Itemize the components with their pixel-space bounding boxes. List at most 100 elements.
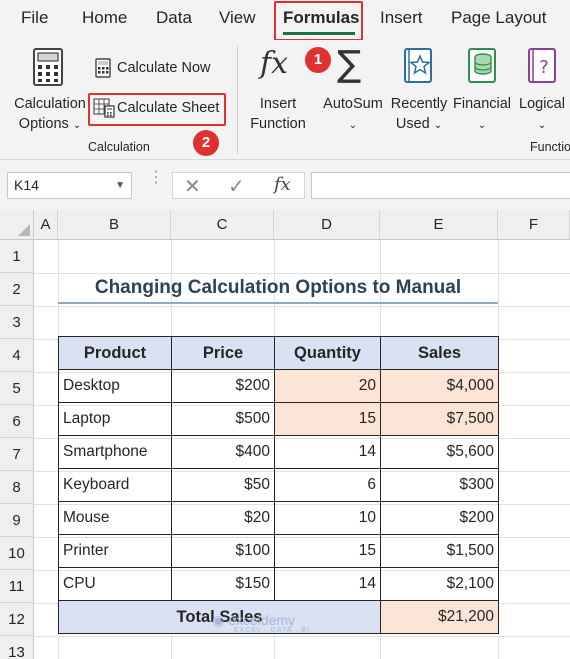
row-header-8[interactable]: 8	[0, 471, 34, 504]
cell-price[interactable]: $200	[171, 369, 275, 403]
exceldemy-watermark: ◉ exceldemy EXCEL · DATA · BI	[212, 612, 310, 634]
calculation-options-button[interactable]: Calculation Options ⌄	[8, 44, 88, 134]
insert-function-label-2: Function	[250, 116, 306, 132]
cell-product[interactable]: Keyboard	[58, 468, 172, 502]
cell-product[interactable]: Desktop	[58, 369, 172, 403]
tab-insert[interactable]: Insert	[380, 8, 423, 28]
column-header-e[interactable]: E	[380, 210, 498, 240]
calculator-small-icon	[95, 58, 111, 78]
row-header-4[interactable]: 4	[0, 339, 34, 372]
chevron-down-icon: ⌄	[537, 120, 547, 131]
cell-sales[interactable]: $5,600	[380, 435, 499, 469]
cell-product[interactable]: Printer	[58, 534, 172, 568]
column-header-a[interactable]: A	[34, 210, 58, 240]
row-header-6[interactable]: 6	[0, 405, 34, 438]
tab-view[interactable]: View	[219, 8, 256, 28]
cell-quantity[interactable]: 6	[274, 468, 381, 502]
header-product[interactable]: Product	[58, 336, 172, 370]
calculate-sheet-highlight	[88, 93, 226, 126]
row-header-7[interactable]: 7	[0, 438, 34, 471]
cell-price[interactable]: $150	[171, 567, 275, 601]
table-row: Smartphone $400 14 $5,600	[58, 435, 499, 469]
total-sales-value[interactable]: $21,200	[380, 600, 499, 634]
autosum-label: AutoSum	[323, 96, 383, 112]
row-header-2[interactable]: 2	[0, 273, 34, 306]
cell-product[interactable]: CPU	[58, 567, 172, 601]
header-quantity[interactable]: Quantity	[274, 336, 381, 370]
tab-page-layout[interactable]: Page Layout	[451, 8, 546, 28]
watermark-logo-icon: ◉	[212, 612, 229, 628]
cell-quantity[interactable]: 20	[274, 369, 381, 403]
watermark-tagline: EXCEL · DATA · BI	[234, 627, 310, 634]
column-header-f[interactable]: F	[498, 210, 570, 240]
cell-sales[interactable]: $1,500	[380, 534, 499, 568]
cell-sales[interactable]: $4,000	[380, 369, 499, 403]
recently-used-label-1: Recently	[390, 96, 448, 112]
row-header-1[interactable]: 1	[0, 240, 34, 273]
select-all-corner[interactable]	[0, 210, 34, 240]
question-book-icon: ?	[528, 48, 556, 83]
row-header-5[interactable]: 5	[0, 372, 34, 405]
calculation-options-label-1: Calculation	[14, 96, 86, 112]
step-2-badge: 2	[193, 130, 219, 156]
tab-file[interactable]: File	[21, 8, 48, 28]
chevron-down-icon: ⌄	[477, 120, 487, 131]
insert-function-label-1: Insert	[259, 96, 297, 112]
column-header-d[interactable]: D	[274, 210, 380, 240]
drag-handle-icon[interactable]: ⋮	[148, 170, 164, 186]
insert-function-button[interactable]: fx Insert Function	[246, 44, 310, 134]
tab-home[interactable]: Home	[82, 8, 127, 28]
cell-sales[interactable]: $7,500	[380, 402, 499, 436]
cell-price[interactable]: $100	[171, 534, 275, 568]
column-header-c[interactable]: C	[171, 210, 274, 240]
row-header-13[interactable]: 13	[0, 636, 34, 659]
enter-icon[interactable]: ✓	[228, 174, 245, 199]
tab-data[interactable]: Data	[156, 8, 192, 28]
database-icon	[468, 48, 496, 83]
svg-text:?: ?	[539, 57, 549, 78]
sales-table: Product Price Quantity Sales Desktop $20…	[58, 336, 499, 634]
header-sales[interactable]: Sales	[380, 336, 499, 370]
recently-used-label-2: Used	[395, 116, 430, 132]
calculation-options-label-2: Options	[18, 116, 69, 132]
logical-button[interactable]: ? Logical ⌄	[514, 44, 570, 134]
row-header-9[interactable]: 9	[0, 504, 34, 537]
cell-sales[interactable]: $300	[380, 468, 499, 502]
calculate-now-button[interactable]: Calculate Now	[92, 56, 227, 80]
cell-quantity[interactable]: 10	[274, 501, 381, 535]
cell-price[interactable]: $20	[171, 501, 275, 535]
cell-sales[interactable]: $2,100	[380, 567, 499, 601]
cell-price[interactable]: $50	[171, 468, 275, 502]
cell-sales[interactable]: $200	[380, 501, 499, 535]
cell-quantity[interactable]: 14	[274, 567, 381, 601]
star-book-icon	[404, 48, 432, 83]
cell-quantity[interactable]: 15	[274, 534, 381, 568]
table-row: Desktop $200 20 $4,000	[58, 369, 499, 403]
cell-product[interactable]: Smartphone	[58, 435, 172, 469]
cell-price[interactable]: $400	[171, 435, 275, 469]
column-header-b[interactable]: B	[58, 210, 171, 240]
cell-quantity[interactable]: 14	[274, 435, 381, 469]
cell-quantity[interactable]: 15	[274, 402, 381, 436]
chevron-down-icon[interactable]: ▼	[115, 173, 125, 198]
select-all-triangle-icon	[18, 224, 30, 236]
name-box[interactable]: K14 ▼	[7, 172, 132, 199]
cell-product[interactable]: Laptop	[58, 402, 172, 436]
sheet-title[interactable]: Changing Calculation Options to Manual	[58, 273, 498, 303]
row-header-3[interactable]: 3	[0, 306, 34, 339]
formulas-tab-highlight	[274, 1, 363, 41]
calculator-icon	[33, 48, 63, 86]
row-header-12[interactable]: 12	[0, 603, 34, 636]
formula-input[interactable]	[311, 172, 570, 199]
cancel-icon[interactable]: ✕	[184, 174, 201, 199]
insert-function-fx-icon[interactable]: fx	[274, 174, 291, 195]
financial-button[interactable]: Financial ⌄	[452, 44, 512, 134]
recently-used-button[interactable]: Recently Used ⌄	[388, 44, 450, 134]
header-price[interactable]: Price	[171, 336, 275, 370]
row-header-11[interactable]: 11	[0, 570, 34, 603]
cell-price[interactable]: $500	[171, 402, 275, 436]
row-header-10[interactable]: 10	[0, 537, 34, 570]
cell-product[interactable]: Mouse	[58, 501, 172, 535]
chevron-down-icon: ⌄	[348, 120, 358, 131]
watermark-name: exceldemy	[228, 612, 296, 628]
